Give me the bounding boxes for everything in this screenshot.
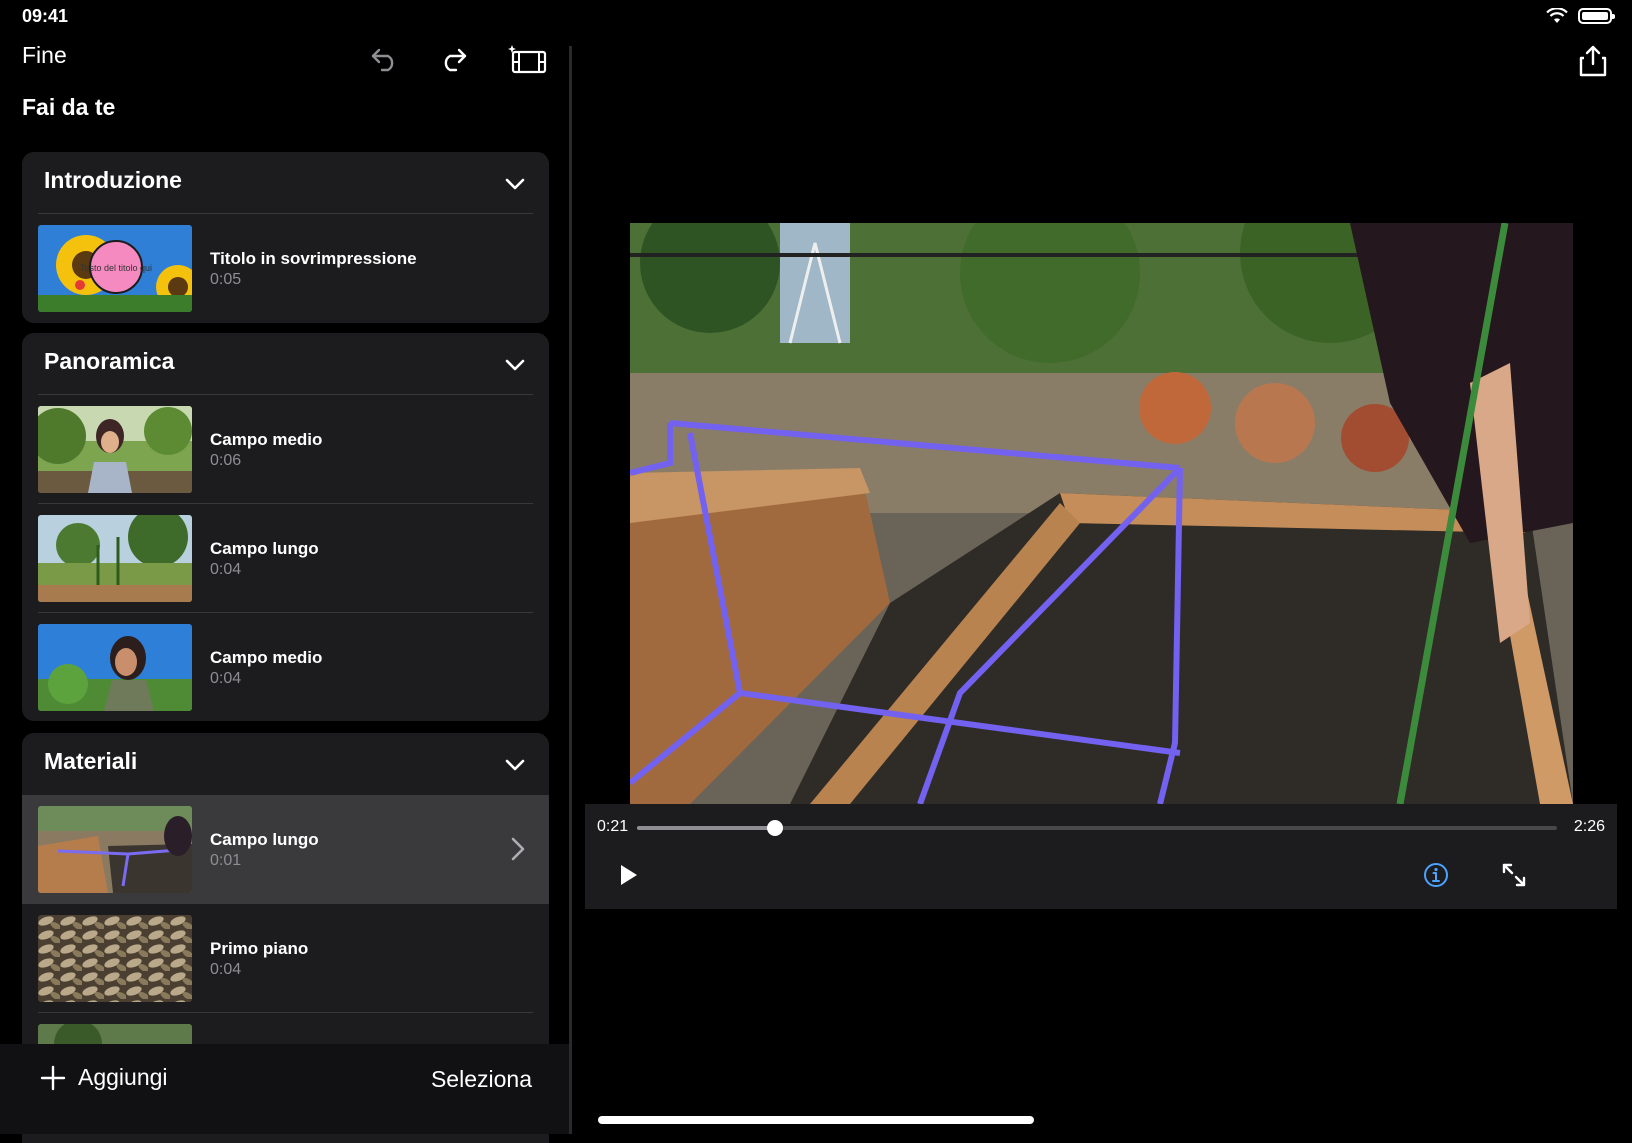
play-icon[interactable] xyxy=(615,862,641,888)
section-header[interactable]: Materiali xyxy=(22,733,549,795)
clip-row[interactable]: Primo piano 0:04 xyxy=(22,904,549,1013)
expand-icon[interactable] xyxy=(1501,862,1527,888)
section-header[interactable]: Panoramica xyxy=(22,333,549,395)
toolbar: Fine xyxy=(0,34,570,84)
section-title: Materiali xyxy=(44,748,138,774)
clip-duration: 0:04 xyxy=(210,561,242,578)
video-frame xyxy=(630,223,1573,804)
clip-thumbnail xyxy=(38,624,192,711)
project-sidebar: Fine Fai da te Introduzione Testo del ti… xyxy=(0,34,570,1143)
plus-icon xyxy=(40,1065,66,1090)
home-indicator xyxy=(598,1116,1034,1124)
status-icons xyxy=(1546,8,1615,24)
section-introduzione: Introduzione Testo del titolo qui Titolo… xyxy=(22,152,549,323)
clip-thumbnail xyxy=(38,806,192,893)
section-title: Panoramica xyxy=(44,348,175,374)
chevron-right-icon[interactable] xyxy=(509,835,527,863)
status-bar: 09:41 xyxy=(0,0,1632,34)
clip-thumbnail xyxy=(38,515,192,602)
select-button[interactable]: Seleziona xyxy=(431,1066,532,1093)
player-controls: 0:21 2:26 xyxy=(585,804,1617,909)
project-title: Fai da te xyxy=(22,94,116,120)
wifi-icon xyxy=(1546,8,1568,23)
split-divider[interactable] xyxy=(569,46,572,1134)
clip-title: Campo medio xyxy=(210,648,323,667)
thumb-title-text: Testo del titolo qui xyxy=(80,263,152,273)
clip-duration: 0:05 xyxy=(210,271,242,288)
scrubber-knob[interactable] xyxy=(767,820,783,836)
bottom-bar: Aggiungi Seleziona xyxy=(0,1044,570,1134)
clip-title: Campo medio xyxy=(210,430,323,449)
clip-title: Campo lungo xyxy=(210,539,319,558)
redo-button[interactable] xyxy=(436,42,470,76)
video-preview[interactable] xyxy=(630,223,1573,804)
section-header[interactable]: Introduzione xyxy=(22,152,549,214)
chevron-down-icon[interactable] xyxy=(503,172,527,196)
clip-title: Titolo in sovrimpressione xyxy=(210,249,417,268)
current-time: 0:21 xyxy=(597,818,629,835)
chevron-down-icon[interactable] xyxy=(503,353,527,377)
clip-title: Campo lungo xyxy=(210,830,319,849)
clip-row-selected[interactable]: Campo lungo 0:01 xyxy=(22,795,549,904)
clip-row[interactable]: Campo lungo 0:04 xyxy=(22,504,549,613)
chevron-down-icon[interactable] xyxy=(503,753,527,777)
add-button[interactable]: Aggiungi xyxy=(40,1064,168,1091)
undo-button[interactable] xyxy=(368,42,402,76)
magic-movie-button[interactable] xyxy=(506,42,550,76)
clip-row[interactable]: Campo medio 0:06 xyxy=(22,395,549,504)
clip-duration: 0:06 xyxy=(210,452,242,469)
scrubber-progress xyxy=(637,826,775,830)
battery-icon xyxy=(1578,8,1615,24)
clip-thumbnail: Testo del titolo qui xyxy=(38,225,192,312)
add-label: Aggiungi xyxy=(78,1064,168,1090)
section-title: Introduzione xyxy=(44,167,182,193)
total-time: 2:26 xyxy=(1573,818,1605,835)
redo-icon xyxy=(444,48,467,72)
section-panoramica: Panoramica Campo medio 0:06 Campo lungo … xyxy=(22,333,549,721)
film-sparkle-icon xyxy=(508,45,547,74)
clip-duration: 0:04 xyxy=(210,961,242,978)
clip-row[interactable]: Campo medio 0:04 xyxy=(22,613,549,721)
clip-row[interactable]: Testo del titolo qui Titolo in sovrimpre… xyxy=(22,214,549,323)
clip-thumbnail xyxy=(38,406,192,493)
done-button[interactable]: Fine xyxy=(22,42,67,69)
share-icon[interactable] xyxy=(1578,44,1608,78)
battery-level xyxy=(1582,12,1608,20)
scrubber[interactable] xyxy=(637,820,1557,836)
clip-duration: 0:01 xyxy=(210,852,242,869)
clip-title: Primo piano xyxy=(210,939,309,958)
undo-icon xyxy=(371,48,394,72)
clip-duration: 0:04 xyxy=(210,670,242,687)
info-icon[interactable] xyxy=(1423,862,1449,888)
status-time: 09:41 xyxy=(22,6,69,26)
clip-thumbnail xyxy=(38,915,192,1002)
